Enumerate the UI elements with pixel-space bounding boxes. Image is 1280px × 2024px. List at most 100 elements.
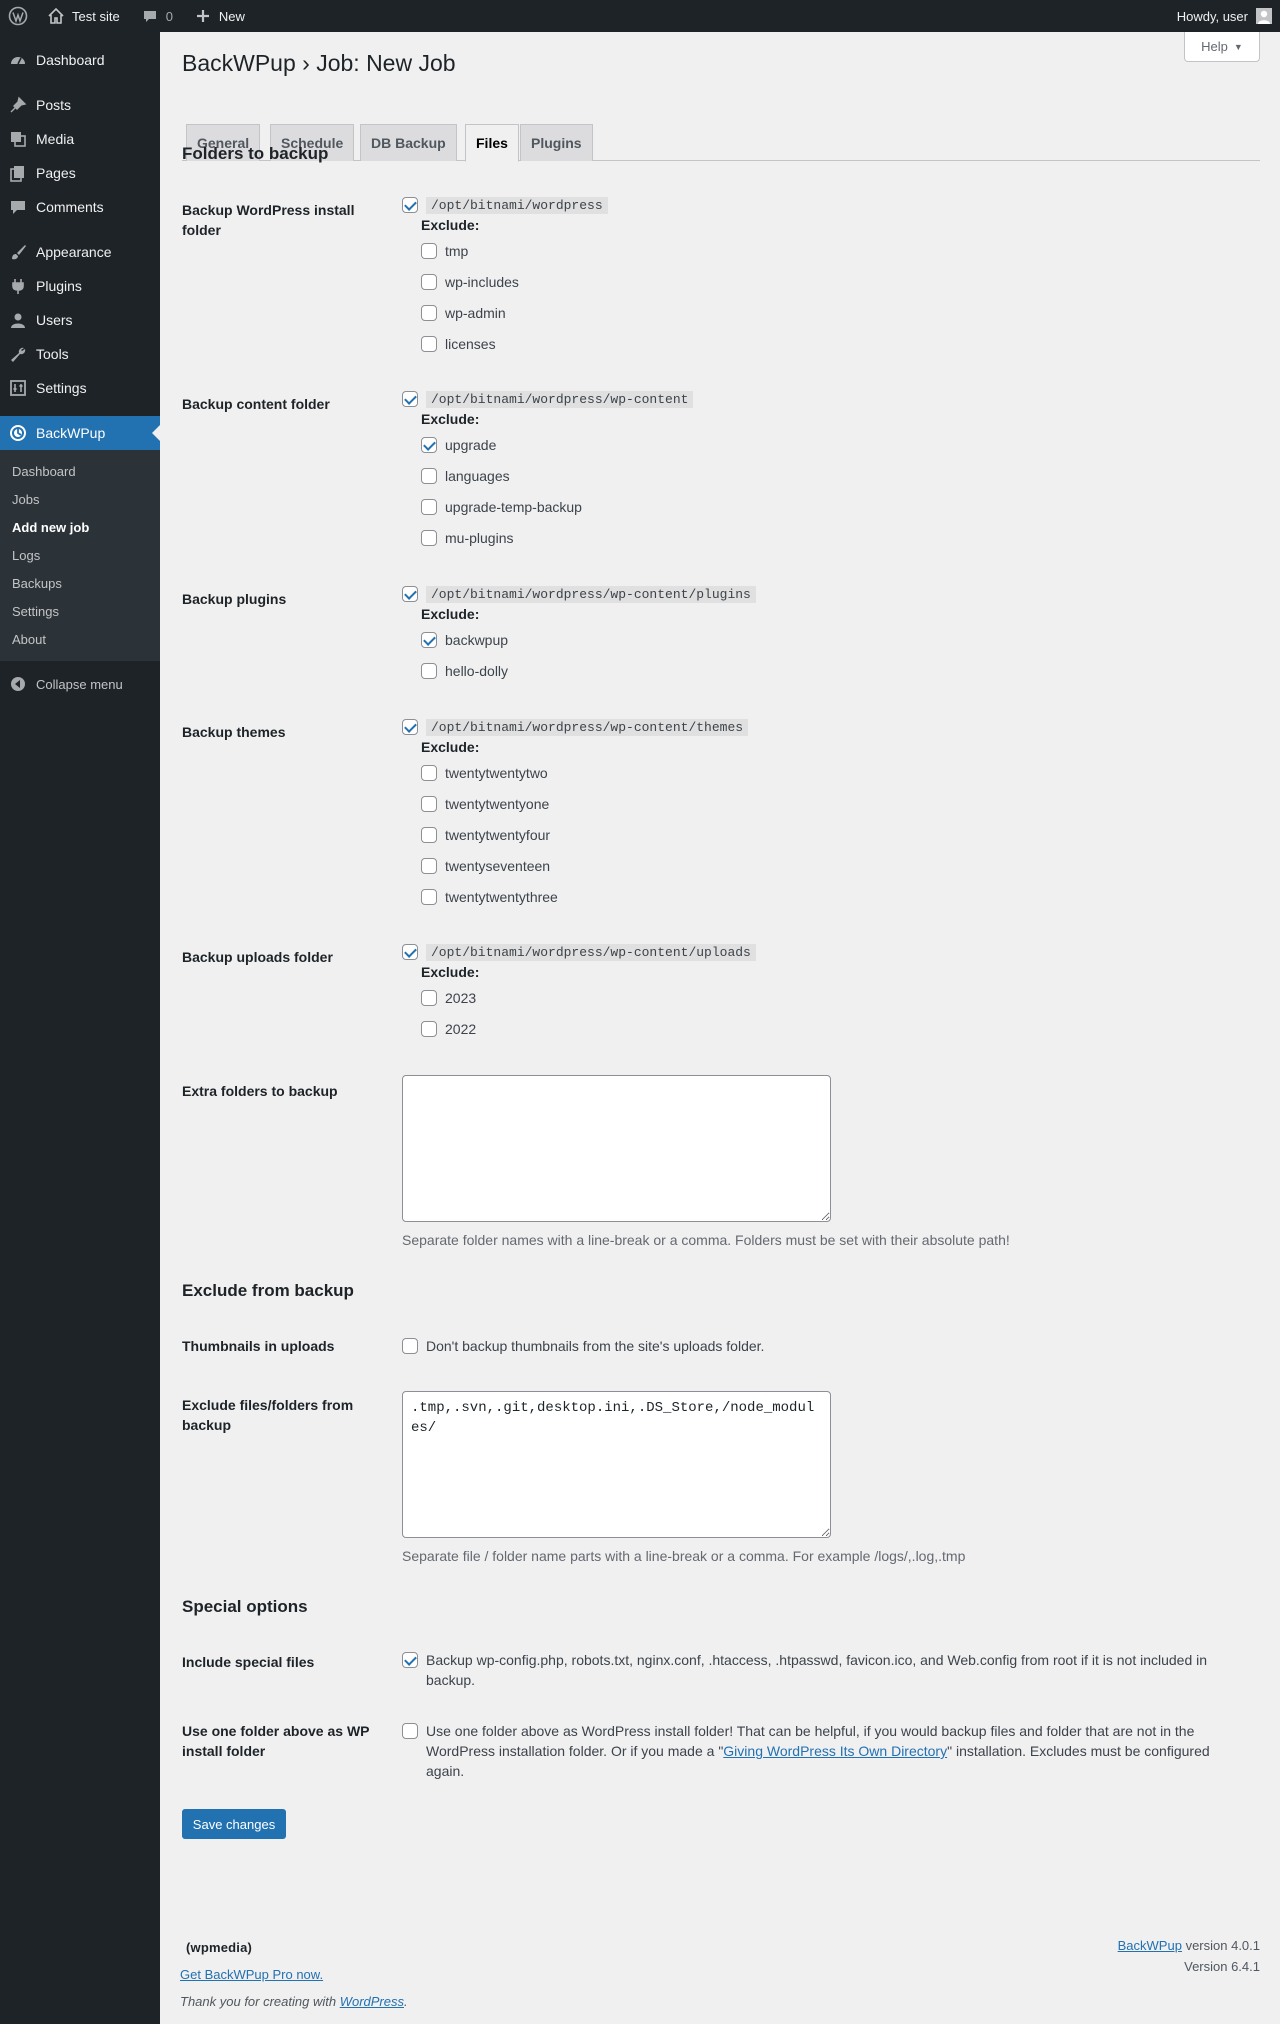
sidebar-item-label: Settings [36,380,87,396]
thanks-text-part: . [404,1994,408,2009]
sidebar-item-comments[interactable]: Comments [0,190,160,224]
path-code: /opt/bitnami/wordpress/wp-content [426,390,694,408]
uploads-folder-field: /opt/bitnami/wordpress/wp-content/upload… [402,942,756,1044]
exclude-item-label: tmp [445,242,469,259]
wordpress-link[interactable]: WordPress [340,1994,404,2009]
new-label: New [218,8,245,24]
thumbnails-field: Don't backup thumbnails from the site's … [402,1336,1232,1356]
exclude-wp-includes-checkbox[interactable] [421,273,437,290]
exclude-heading: Exclude from backup [182,1281,354,1300]
sidebar-item-label: Appearance [36,244,112,260]
thumbnails-label: Thumbnails in uploads [182,1338,335,1354]
submenu-item-logs[interactable]: Logs [0,541,160,569]
exclude-wp-admin-checkbox[interactable] [421,304,437,321]
thanks-text: Thank you for creating with WordPress. [180,1994,408,2009]
include-special-files-label: Include special files [182,1654,315,1670]
sidebar-item-users[interactable]: Users [0,303,160,337]
exclude-twentytwentythree-checkbox[interactable] [421,888,437,905]
plugins-folder-label: Backup plugins [182,591,287,607]
exclude-item-label: upgrade [445,436,497,453]
extra-folders-textarea[interactable] [402,1075,831,1222]
exclude-2022-checkbox[interactable] [421,1020,437,1037]
content-folder-checkbox[interactable] [402,391,418,407]
sidebar-item-pages[interactable]: Pages [0,156,160,190]
save-changes-button[interactable]: Save changes [182,1809,286,1839]
exclude-files-textarea[interactable] [402,1391,831,1538]
include-special-files-checkbox[interactable] [402,1652,418,1668]
exclude-twentytwentyone-checkbox[interactable] [421,795,437,812]
wp-install-folder-field: /opt/bitnami/wordpress Exclude: tmp wp-i… [402,195,608,359]
pin-icon [8,95,28,115]
plugins-folder-checkbox[interactable] [402,586,418,602]
exclude-twentyseventeen-checkbox[interactable] [421,857,437,874]
account-menu[interactable]: Howdy, user [1167,0,1280,32]
get-pro-link[interactable]: Get BackWPup Pro now. [180,1967,323,1982]
tab-db-backup[interactable]: DB Backup [360,124,457,161]
submenu-item-dashboard[interactable]: Dashboard [0,457,160,485]
exclude-languages-checkbox[interactable] [421,467,437,484]
sidebar-item-tools[interactable]: Tools [0,337,160,371]
exclude-upgrade-temp-backup-checkbox[interactable] [421,498,437,515]
tab-files[interactable]: Files [465,124,519,162]
comments-link[interactable]: 0 [130,0,183,32]
exclude-upgrade-checkbox[interactable] [421,436,437,453]
exclude-tmp-checkbox[interactable] [421,242,437,259]
sidebar-item-label: Dashboard [36,52,105,68]
backwpup-link[interactable]: BackWPup [1118,1938,1182,1953]
thumbnails-checkbox[interactable] [402,1338,418,1354]
themes-folder-checkbox[interactable] [402,719,418,735]
comments-count: 0 [165,8,173,24]
submenu-item-settings[interactable]: Settings [0,597,160,625]
exclude-label: Exclude: [421,739,480,755]
submenu-item-about[interactable]: About [0,625,160,653]
submenu-item-jobs[interactable]: Jobs [0,485,160,513]
site-name: Test site [72,8,120,24]
site-name-link[interactable]: Test site [36,0,130,32]
folder-above-checkbox[interactable] [402,1723,418,1739]
uploads-folder-checkbox[interactable] [402,944,418,960]
content-folder-label: Backup content folder [182,396,330,412]
sidebar-item-media[interactable]: Media [0,122,160,156]
comment-icon [8,197,28,217]
new-content-link[interactable]: New [183,0,255,32]
exclude-twentytwentytwo-checkbox[interactable] [421,764,437,781]
exclude-2023-checkbox[interactable] [421,989,437,1006]
exclude-backwpup-checkbox[interactable] [421,631,437,648]
exclude-item-label: twentytwentyfour [445,826,551,843]
sidebar-item-appearance[interactable]: Appearance [0,235,160,269]
wp-install-folder-checkbox[interactable] [402,197,418,213]
plugins-folder-field: /opt/bitnami/wordpress/wp-content/plugin… [402,584,756,686]
giving-wordpress-own-directory-link[interactable]: Giving WordPress Its Own Directory [723,1743,947,1759]
exclude-licenses-checkbox[interactable] [421,335,437,352]
collapse-menu-button[interactable]: Collapse menu [0,667,160,701]
exclude-label: Exclude: [421,964,480,980]
exclude-hello-dolly-checkbox[interactable] [421,662,437,679]
sidebar-item-posts[interactable]: Posts [0,88,160,122]
media-icon [8,129,28,149]
submenu-item-add-new-job[interactable]: Add new job [0,513,160,541]
help-button[interactable]: Help ▼ [1184,32,1260,62]
path-code: /opt/bitnami/wordpress/wp-content/plugin… [426,585,756,603]
sidebar-item-dashboard[interactable]: Dashboard [0,43,160,77]
wordpress-logo-button[interactable] [0,0,36,32]
tab-plugins[interactable]: Plugins [520,124,593,161]
sidebar-item-backwpup[interactable]: BackWPup [0,416,160,450]
exclude-item-label: twentytwentytwo [445,764,548,781]
sidebar-item-plugins[interactable]: Plugins [0,269,160,303]
howdy-text: Howdy, user [1176,8,1248,24]
submenu-item-backups[interactable]: Backups [0,569,160,597]
caret-down-icon: ▼ [1233,41,1243,52]
collapse-menu-label: Collapse menu [36,676,123,692]
plus-icon [193,6,213,26]
content-folder-field: /opt/bitnami/wordpress/wp-content Exclud… [402,389,694,553]
sidebar-item-label: Comments [36,199,104,215]
wordpress-logo-icon [8,6,28,26]
sidebar-item-settings[interactable]: Settings [0,371,160,405]
exclude-label: Exclude: [421,606,480,622]
exclude-mu-plugins-checkbox[interactable] [421,529,437,546]
pages-icon [8,163,28,183]
exclude-twentytwentyfour-checkbox[interactable] [421,826,437,843]
folder-above-text: Use one folder above as WordPress instal… [426,1721,1232,1781]
extra-folders-description: Separate folder names with a line-break … [402,1232,1010,1248]
folder-above-label: Use one folder above as WP install folde… [182,1723,370,1759]
